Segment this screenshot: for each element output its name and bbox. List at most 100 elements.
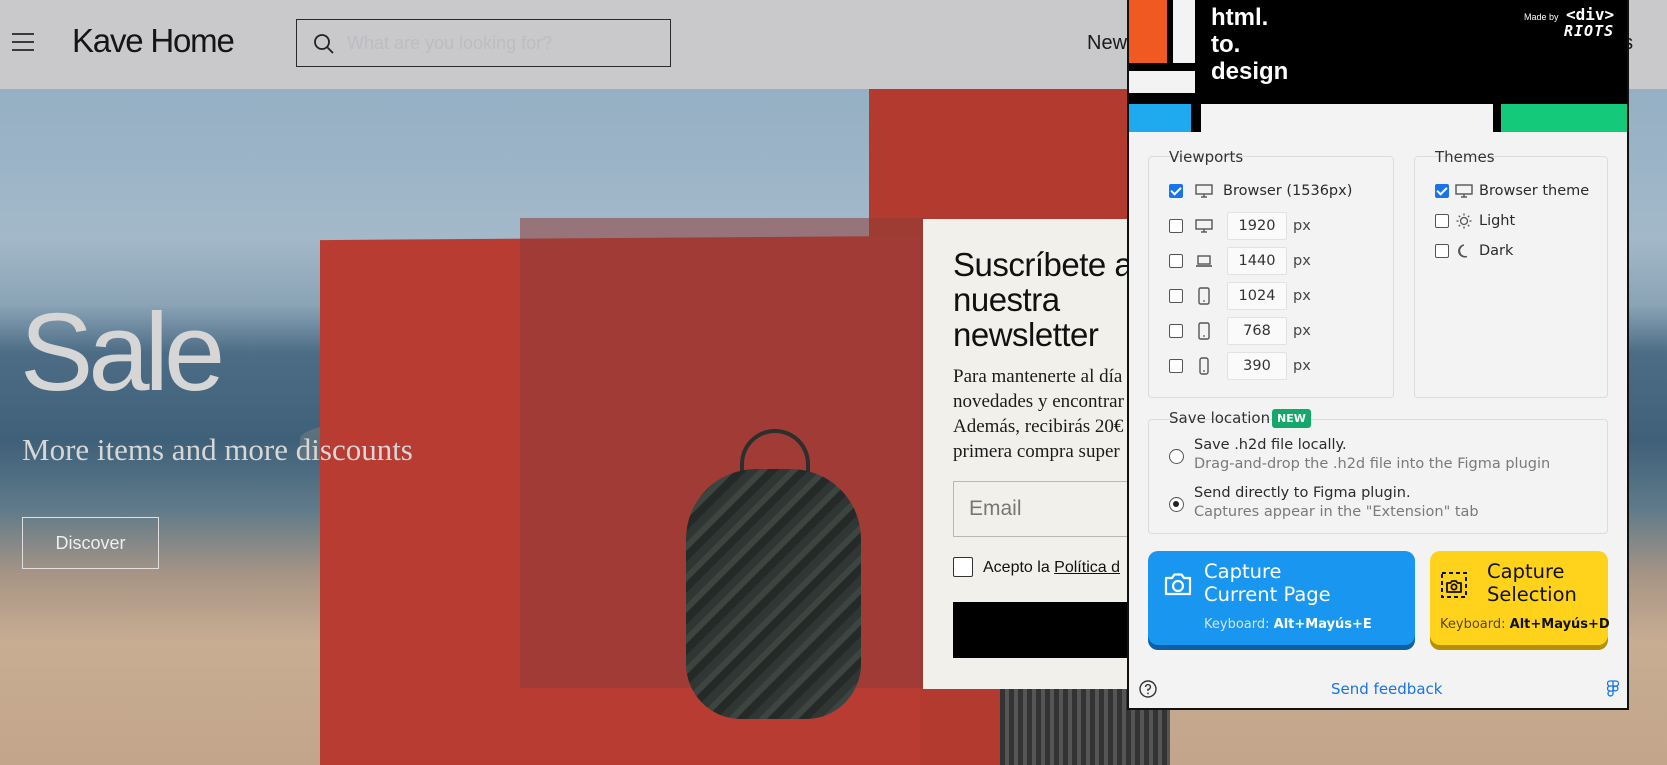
privacy-checkbox[interactable] — [953, 557, 973, 577]
viewport-checkbox[interactable] — [1169, 254, 1183, 268]
search-bar[interactable] — [296, 19, 671, 67]
save-option-title: Save .h2d file locally. — [1194, 437, 1347, 453]
privacy-label-text: Acepto la — [983, 559, 1050, 576]
new-badge: NEW — [1272, 409, 1311, 428]
capture-selection-line: Capture — [1487, 560, 1565, 583]
newsletter-title-line: Suscríbete a — [953, 246, 1133, 283]
menu-icon[interactable] — [12, 33, 34, 51]
search-input[interactable] — [347, 29, 657, 57]
newsletter-submit-button[interactable]: Suscri — [953, 602, 1145, 658]
extension-panel: html. to. design Made by <div> RIOTS Vie… — [1127, 0, 1629, 710]
viewport-checkbox[interactable] — [1169, 219, 1183, 233]
newsletter-body: Para mantenerte al día novedades y encon… — [953, 364, 1145, 464]
save-option-subtitle: Captures appear in the "Extension" tab — [1194, 504, 1479, 520]
capture-current-page-button[interactable]: Capture Current Page Keyboard: Alt+Mayús… — [1148, 551, 1415, 645]
viewport-width-input[interactable]: 1920 — [1227, 212, 1287, 240]
site-logo[interactable]: Kave Home — [72, 22, 235, 60]
header-block-light — [1129, 71, 1195, 93]
divriots-logo-line: <div> — [1565, 5, 1615, 24]
viewport-width-input[interactable]: 390 — [1227, 352, 1287, 380]
newsletter-modal: Suscríbete a nuestra newsletter Para man… — [923, 219, 1145, 689]
viewport-width-input[interactable]: 1440 — [1227, 247, 1287, 275]
theme-label: Light — [1479, 213, 1516, 229]
tablet-icon — [1193, 287, 1215, 305]
send-feedback-link[interactable]: Send feedback — [1331, 680, 1442, 698]
viewport-label: Browser (1536px) — [1223, 183, 1353, 199]
save-option-local[interactable]: Save .h2d file locally. Drag-and-drop th… — [1169, 437, 1550, 472]
moon-icon — [1453, 242, 1475, 260]
capture-selection-shortcut: Keyboard: Alt+Mayús+D — [1440, 617, 1610, 632]
search-icon — [314, 34, 334, 54]
privacy-policy-link[interactable]: Política d — [1054, 559, 1120, 576]
viewport-width-input[interactable]: 768 — [1227, 317, 1287, 345]
viewports-label: Viewports — [1169, 148, 1244, 166]
viewport-row[interactable]: 1920 px — [1169, 212, 1311, 240]
divriots-logo[interactable]: <div> RIOTS — [1564, 6, 1614, 40]
sun-icon — [1453, 212, 1475, 230]
themes-label: Themes — [1435, 148, 1495, 166]
hero-title: Sale — [20, 291, 225, 414]
extension-header: html. to. design Made by <div> RIOTS — [1129, 0, 1627, 132]
viewport-width-input[interactable]: 1024 — [1227, 282, 1287, 310]
newsletter-title: Suscríbete a nuestra newsletter — [953, 247, 1145, 352]
capture-selection-line: Selection — [1487, 583, 1577, 606]
header-block-white — [1201, 104, 1493, 132]
px-unit-label: px — [1293, 323, 1311, 339]
viewport-checkbox[interactable] — [1169, 359, 1183, 373]
keyboard-label: Keyboard: — [1204, 617, 1270, 632]
save-option-figma[interactable]: Send directly to Figma plugin. Captures … — [1169, 485, 1479, 520]
viewport-checkbox[interactable] — [1169, 184, 1183, 198]
newsletter-body-line: novedades y encontrar — [953, 391, 1124, 412]
theme-label: Dark — [1479, 243, 1514, 259]
monitor-icon — [1453, 182, 1475, 200]
discover-button[interactable]: Discover — [22, 517, 159, 569]
selection-capture-icon — [1440, 571, 1468, 604]
monitor-icon — [1193, 182, 1215, 200]
theme-row[interactable]: Browser theme — [1435, 182, 1589, 200]
capture-page-shortcut: Keyboard: Alt+Mayús+E — [1204, 617, 1372, 632]
newsletter-title-line: nuestra — [953, 281, 1060, 318]
logo-line: design — [1211, 58, 1289, 85]
header-block-green — [1501, 104, 1627, 132]
divriots-logo-line: RIOTS — [1564, 22, 1615, 40]
px-unit-label: px — [1293, 288, 1311, 304]
save-option-title: Send directly to Figma plugin. — [1194, 485, 1411, 501]
viewport-row[interactable]: 1440 px — [1169, 247, 1311, 275]
lantern-image — [686, 469, 861, 719]
logo-line: to. — [1211, 31, 1241, 58]
camera-icon — [1163, 571, 1193, 602]
viewport-row[interactable]: 390 px — [1169, 352, 1311, 380]
newsletter-title-line: newsletter — [953, 316, 1099, 353]
newsletter-body-line: primera compra super — [953, 441, 1120, 462]
viewport-row[interactable]: 768 px — [1169, 317, 1311, 345]
hero-subtitle: More items and more discounts — [22, 432, 413, 467]
newsletter-email-field[interactable]: Email — [953, 481, 1145, 537]
theme-label: Browser theme — [1479, 183, 1590, 199]
header-block-cyan — [1129, 104, 1191, 132]
capture-page-line: Capture — [1204, 560, 1282, 583]
figma-icon[interactable] — [1606, 680, 1620, 703]
theme-checkbox[interactable] — [1435, 214, 1449, 228]
header-block-orange — [1129, 0, 1167, 63]
extension-logo-title: html. to. design — [1211, 4, 1288, 85]
theme-checkbox[interactable] — [1435, 244, 1449, 258]
laptop-icon — [1193, 252, 1215, 270]
viewport-row[interactable]: Browser (1536px) — [1169, 182, 1352, 200]
help-icon[interactable] — [1139, 680, 1157, 703]
viewport-checkbox[interactable] — [1169, 289, 1183, 303]
save-local-radio[interactable] — [1169, 449, 1184, 464]
nav-link-new[interactable]: New — [1087, 32, 1127, 55]
capture-selection-button[interactable]: Capture Selection Keyboard: Alt+Mayús+D — [1430, 551, 1610, 645]
capture-page-line: Current Page — [1204, 583, 1331, 606]
viewport-checkbox[interactable] — [1169, 324, 1183, 338]
theme-row[interactable]: Light — [1435, 212, 1515, 230]
viewport-row[interactable]: 1024 px — [1169, 282, 1311, 310]
theme-row[interactable]: Dark — [1435, 242, 1513, 260]
logo-line: html. — [1211, 4, 1269, 31]
capture-selection-label: Capture Selection — [1487, 560, 1577, 606]
theme-checkbox[interactable] — [1435, 184, 1449, 198]
save-location-label: Save location — [1169, 409, 1271, 427]
monitor-icon — [1193, 217, 1215, 235]
privacy-label: Acepto la Política d — [983, 559, 1120, 577]
save-figma-radio[interactable] — [1169, 497, 1184, 512]
